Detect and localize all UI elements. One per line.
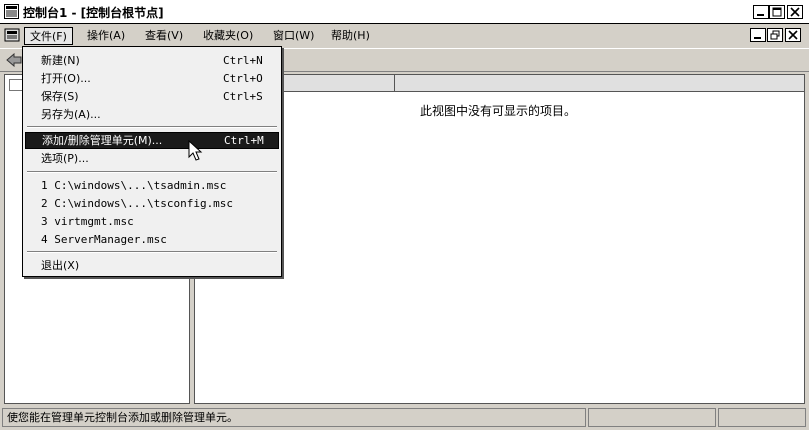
menu-favorites[interactable]: 收藏夹(O) [198, 27, 258, 45]
column-header-2[interactable] [395, 75, 804, 92]
window-title: 控制台1 - [控制台根节点] [23, 6, 164, 20]
menu-bar: 文件(F) 操作(A) 查看(V) 收藏夹(O) 窗口(W) 帮助(H) [0, 25, 809, 47]
menu-file[interactable]: 文件(F) [24, 27, 73, 45]
menu-item-recent-1[interactable]: 1 C:\windows\...\tsadmin.msc [41, 179, 226, 193]
menu-item-add-remove-snapin[interactable]: 添加/删除管理单元(M)... Ctrl+M [25, 132, 279, 149]
menu-item-recent-4[interactable]: 4 ServerManager.msc [41, 233, 167, 247]
menu-help[interactable]: 帮助(H) [326, 27, 375, 45]
menu-item-save-as[interactable]: 另存为(A)... [41, 108, 101, 122]
menu-separator [27, 126, 277, 128]
menu-item-options[interactable]: 选项(P)... [41, 152, 89, 166]
shortcut-save: Ctrl+S [223, 90, 263, 103]
menu-separator [27, 251, 277, 253]
minimize-icon [757, 14, 764, 16]
menu-window[interactable]: 窗口(W) [268, 27, 319, 45]
status-pane-2 [588, 408, 716, 427]
minimize-icon [754, 37, 761, 39]
file-menu-dropdown: 新建(N) Ctrl+N 打开(O)... Ctrl+O 保存(S) Ctrl+… [22, 46, 282, 277]
console-doc-icon[interactable] [4, 27, 20, 43]
menu-item-add-remove-snapin-label: 添加/删除管理单元(M)... [42, 134, 163, 147]
status-bar: 使您能在管理单元控制台添加或删除管理单元。 [0, 406, 809, 430]
mdi-close-button[interactable] [785, 28, 801, 42]
mdi-minimize-button[interactable] [750, 28, 766, 42]
status-pane-3 [718, 408, 806, 427]
menu-item-save[interactable]: 保存(S) [41, 90, 79, 104]
title-bar[interactable]: 控制台1 - [控制台根节点] [0, 0, 809, 24]
close-button[interactable] [787, 5, 803, 19]
mdi-restore-button[interactable] [767, 28, 783, 42]
shortcut-new: Ctrl+N [223, 54, 263, 67]
console-app-icon [4, 4, 19, 19]
menu-item-exit[interactable]: 退出(X) [41, 259, 79, 273]
shortcut-add-remove-snapin: Ctrl+M [224, 134, 264, 147]
maximize-button[interactable] [769, 5, 785, 19]
shortcut-open: Ctrl+O [223, 72, 263, 85]
menu-item-recent-3[interactable]: 3 virtmgmt.msc [41, 215, 134, 229]
menu-item-new[interactable]: 新建(N) [41, 54, 80, 68]
menu-item-open[interactable]: 打开(O)... [41, 72, 91, 86]
close-icon [788, 30, 798, 40]
status-text: 使您能在管理单元控制台添加或删除管理单元。 [7, 411, 238, 424]
result-pane[interactable] [194, 74, 805, 404]
menu-view[interactable]: 查看(V) [140, 27, 188, 45]
mouse-cursor-icon [188, 140, 203, 161]
maximize-icon [772, 7, 782, 17]
menu-action[interactable]: 操作(A) [82, 27, 130, 45]
minimize-button[interactable] [753, 5, 769, 19]
status-pane-main: 使您能在管理单元控制台添加或删除管理单元。 [2, 408, 586, 427]
empty-view-message: 此视图中没有可显示的项目。 [420, 104, 577, 118]
console-root-node-icon[interactable] [9, 79, 23, 91]
restore-icon [770, 30, 780, 40]
back-arrow-icon[interactable] [6, 53, 22, 67]
menu-item-recent-2[interactable]: 2 C:\windows\...\tsconfig.msc [41, 197, 233, 211]
close-icon [790, 7, 800, 17]
menu-separator [27, 171, 277, 173]
